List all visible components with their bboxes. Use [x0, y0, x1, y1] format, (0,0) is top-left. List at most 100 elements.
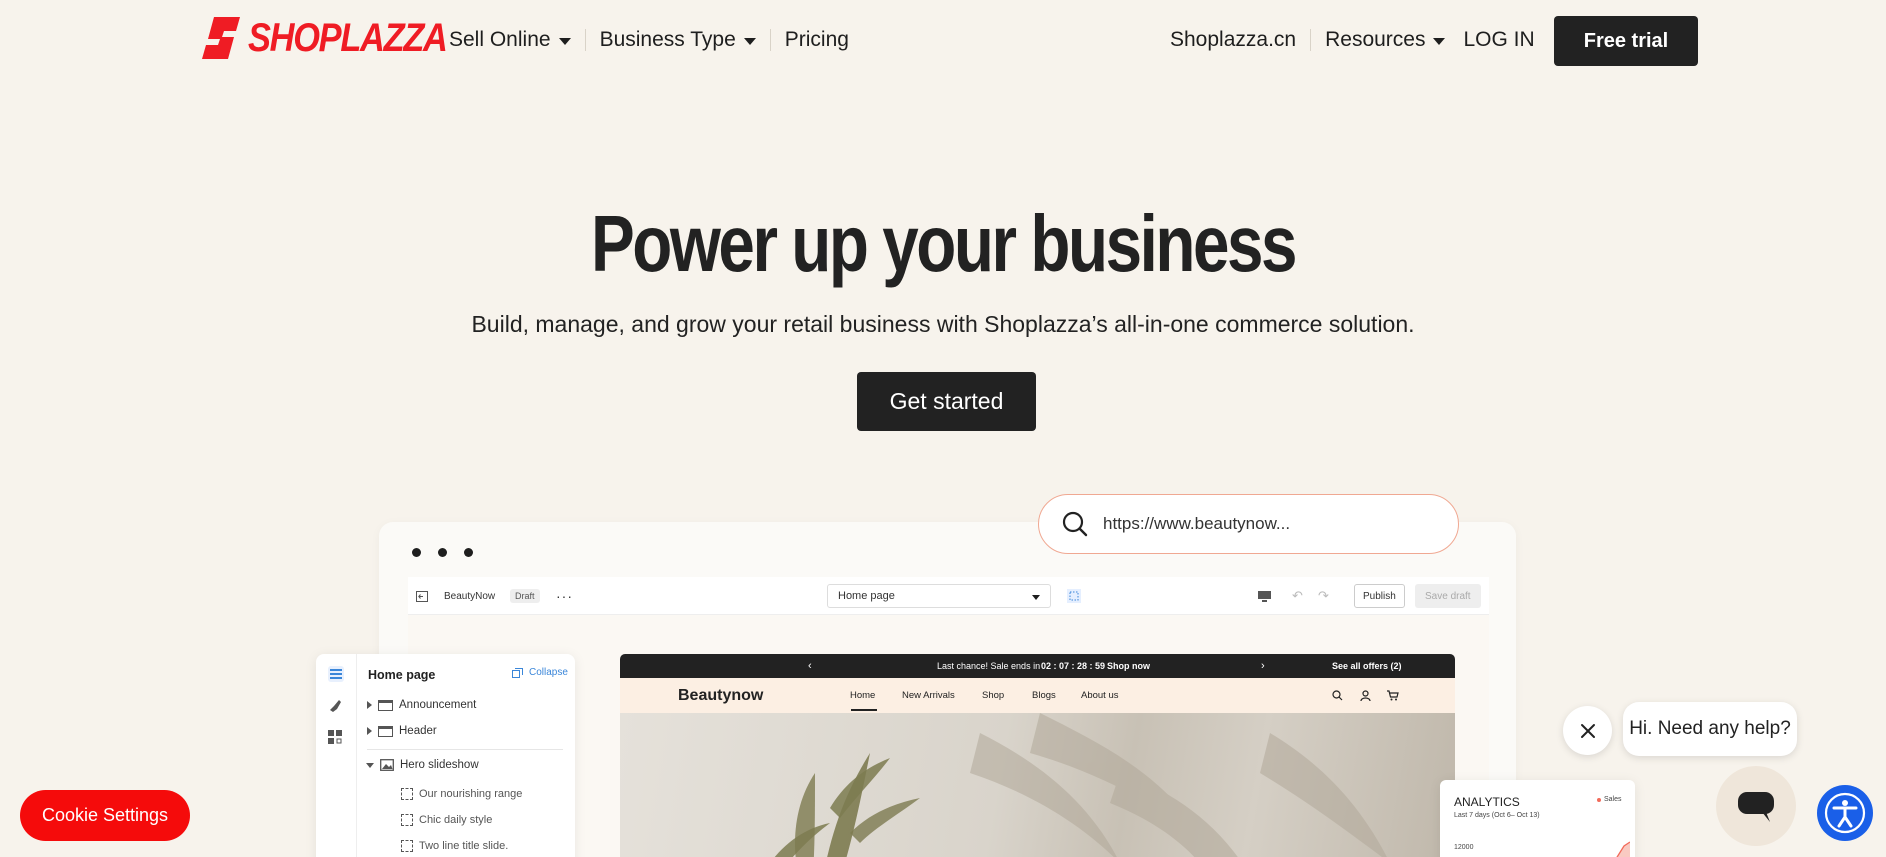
collapse-link[interactable]: Collapse: [512, 667, 568, 678]
save-draft-button[interactable]: Save draft: [1415, 584, 1481, 608]
slide-item[interactable]: Chic daily style: [401, 814, 492, 826]
slide-item[interactable]: Our nourishing range: [401, 788, 522, 800]
shoplazza-logo[interactable]: SHOPLAZZA: [200, 14, 479, 62]
section-divider: [367, 749, 563, 750]
accessibility-icon: [1824, 792, 1866, 834]
section-block-icon: [378, 725, 393, 737]
primary-menu: Sell Online Business Type Pricing: [449, 26, 863, 54]
collapse-icon: [512, 667, 523, 678]
panel-rail: [316, 654, 357, 857]
collapse-label: Collapse: [529, 667, 568, 678]
close-chat-button[interactable]: [1563, 706, 1612, 755]
accessibility-button[interactable]: [1817, 785, 1873, 841]
page-selector[interactable]: Home page: [827, 584, 1051, 608]
logo-mark-icon: [202, 17, 240, 59]
theme-brush-icon[interactable]: [328, 698, 344, 714]
analytics-sparkline: [1616, 841, 1630, 857]
slide-icon: [401, 814, 413, 826]
store-menu-home: Home: [850, 690, 876, 701]
url-text: https://www.beautynow...: [1103, 514, 1291, 533]
slide-label: Two line title slide.: [419, 840, 509, 852]
hero-title: Power up your business: [590, 199, 1298, 288]
chat-launcher-button[interactable]: [1716, 766, 1796, 846]
analytics-title: ANALYTICS: [1454, 795, 1520, 809]
slide-item[interactable]: Two line title slide.: [401, 840, 508, 852]
caret-down-icon: [743, 38, 756, 45]
expand-arrow-icon: [367, 701, 372, 709]
panel-title: Home page: [368, 668, 436, 682]
section-announcement[interactable]: Announcement: [367, 699, 476, 711]
nav-cn-label: Shoplazza.cn: [1170, 28, 1297, 51]
window-dot: [464, 548, 473, 557]
page-selector-value: Home page: [838, 590, 895, 602]
free-trial-button[interactable]: Free trial: [1554, 16, 1698, 66]
nav-login[interactable]: LOG IN: [1459, 26, 1548, 54]
legend-dot-icon: [1597, 797, 1601, 802]
nav-login-label: LOG IN: [1463, 28, 1535, 51]
section-header[interactable]: Header: [367, 725, 437, 737]
slide-label: Our nourishing range: [419, 788, 523, 800]
window-dot: [412, 548, 421, 557]
sections-panel: Home page Collapse Announcement Header H…: [316, 654, 575, 857]
palm-leaf-illustration: [774, 713, 1387, 857]
slide-label: Chic daily style: [419, 814, 493, 826]
store-menu-blogs: Blogs: [1032, 690, 1056, 701]
storefront-preview: ‹ Last chance! Sale ends in 02 : 07 : 28…: [620, 654, 1455, 857]
nav-business-type[interactable]: Business Type: [586, 26, 770, 54]
slide-icon: [401, 788, 413, 800]
expand-arrow-icon: [367, 727, 372, 735]
chevron-down-icon: [1032, 595, 1040, 600]
nav-pricing-label: Pricing: [784, 28, 849, 51]
redo-icon: ↷: [1318, 588, 1329, 603]
hero-subtitle: Build, manage, and grow your retail busi…: [471, 311, 1415, 337]
secondary-menu: Shoplazza.cn Resources LOG IN: [1170, 26, 1549, 54]
storefront-brand: Beautynow: [678, 686, 764, 704]
store-menu-new-arrivals: New Arrivals: [902, 690, 955, 701]
caret-down-icon: [558, 38, 571, 45]
more-icon: ···: [556, 588, 573, 604]
logo-wordmark: SHOPLAZZA: [248, 15, 448, 60]
store-menu-about: About us: [1081, 690, 1119, 701]
cart-icon: [1387, 678, 1399, 713]
store-menu-shop: Shop: [982, 690, 1005, 701]
nav-pricing[interactable]: Pricing: [771, 26, 863, 54]
nav-resources[interactable]: Resources: [1311, 26, 1459, 54]
undo-icon: ↶: [1292, 588, 1303, 603]
countdown-timer: 02 : 07 : 28 : 59: [1041, 661, 1106, 671]
inspect-icon: [1064, 577, 1084, 615]
get-started-button[interactable]: Get started: [857, 372, 1036, 431]
nav-sell-online[interactable]: Sell Online: [449, 26, 585, 54]
announcement-bar: ‹ Last chance! Sale ends in 02 : 07 : 28…: [620, 654, 1455, 678]
storefront-header: Beautynow Home New Arrivals Shop Blogs A…: [620, 678, 1455, 713]
hero-slideshow-image: [620, 713, 1455, 857]
editor-toolbar: BeautyNow Draft ··· Home page ↶ ↷ Publis…: [408, 577, 1489, 615]
image-icon: [380, 759, 394, 771]
legend-label: Sales: [1604, 796, 1622, 803]
search-icon: [1332, 678, 1343, 713]
search-icon: [1062, 511, 1088, 537]
analytics-subtitle: Last 7 days (Oct 6– Oct 13): [1454, 812, 1540, 819]
window-dots: [412, 548, 473, 557]
analytics-legend: Sales: [1597, 796, 1622, 803]
cookie-settings-button[interactable]: Cookie Settings: [20, 790, 190, 841]
section-hero-label: Hero slideshow: [400, 759, 479, 771]
collapse-arrow-icon: [366, 762, 374, 768]
publish-button[interactable]: Publish: [1354, 584, 1405, 608]
slide-icon: [401, 840, 413, 852]
chat-icon: [1738, 792, 1774, 822]
caret-down-icon: [1433, 38, 1446, 45]
nav-shoplazza-cn[interactable]: Shoplazza.cn: [1170, 26, 1310, 54]
window-dot: [438, 548, 447, 557]
store-name: BeautyNow: [444, 590, 496, 602]
active-menu-underline: [851, 709, 877, 711]
chevron-right-icon: ›: [1261, 660, 1265, 672]
chat-prompt[interactable]: Hi. Need any help?: [1623, 702, 1797, 756]
nav-resources-label: Resources: [1325, 28, 1426, 51]
section-hero-slideshow[interactable]: Hero slideshow: [366, 759, 479, 771]
analytics-card: ANALYTICS Last 7 days (Oct 6– Oct 13) Sa…: [1440, 780, 1635, 857]
close-icon: [1580, 723, 1595, 738]
sections-icon[interactable]: [328, 666, 344, 682]
apps-icon[interactable]: [328, 730, 344, 746]
url-bar: https://www.beautynow...: [1038, 494, 1459, 554]
top-navigation: SHOPLAZZA Sell Online Business Type Pric…: [0, 0, 1886, 80]
